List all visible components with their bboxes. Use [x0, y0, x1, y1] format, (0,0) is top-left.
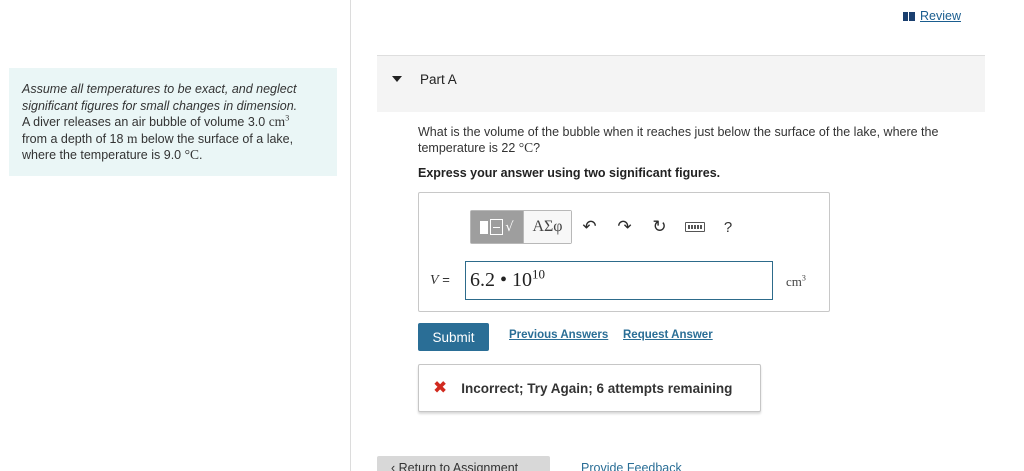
review-link[interactable]: Review	[903, 9, 961, 23]
sqrt-icon: √	[505, 219, 514, 235]
column-divider	[350, 0, 351, 471]
problem-note: Assume all temperatures to be exact, and…	[22, 82, 298, 113]
redo-icon[interactable]: ↷	[607, 210, 642, 244]
feedback-message: ✖ Incorrect; Try Again; 6 attempts remai…	[418, 364, 761, 412]
symbols-button[interactable]: ΑΣφ	[523, 211, 571, 243]
answer-box: √ ΑΣφ ↶ ↷ ↻ ? V = 6.2 • 1010 cm3	[418, 192, 830, 312]
problem-statement: Assume all temperatures to be exact, and…	[9, 68, 337, 176]
book-icon	[903, 11, 915, 21]
question-text: What is the volume of the bubble when it…	[418, 125, 939, 155]
templates-button[interactable]: √	[471, 211, 523, 243]
previous-answers-link[interactable]: Previous Answers	[509, 329, 608, 341]
answer-unit: cm3	[786, 273, 806, 289]
part-a-header[interactable]: Part A	[377, 56, 985, 112]
fraction-icon	[490, 219, 504, 235]
provide-feedback-link[interactable]: Provide Feedback	[581, 461, 682, 471]
chevron-left-icon: ‹	[391, 461, 399, 471]
toolbar-button-group: √ ΑΣφ	[470, 210, 572, 244]
answer-instructions: Express your answer using two significan…	[418, 166, 721, 180]
keyboard-icon[interactable]	[685, 222, 705, 232]
problem-line-2: from a depth of 18 m below the surface o…	[22, 130, 294, 146]
answer-input[interactable]: 6.2 • 1010	[465, 261, 773, 300]
math-toolbar: √ ΑΣφ ↶ ↷ ↻ ?	[470, 210, 743, 244]
request-answer-link[interactable]: Request Answer	[623, 329, 713, 341]
answer-variable-label: V =	[430, 272, 450, 288]
problem-line-1: A diver releases an air bubble of volume…	[22, 113, 290, 129]
problem-line-3: where the temperature is 9.0 °C.	[22, 147, 203, 162]
x-icon: ✖	[433, 378, 448, 398]
part-title: Part A	[420, 72, 457, 87]
submit-button[interactable]: Submit	[418, 323, 489, 351]
feedback-text: Incorrect; Try Again; 6 attempts remaini…	[461, 380, 733, 396]
help-button[interactable]: ?	[713, 219, 743, 236]
undo-icon[interactable]: ↶	[572, 210, 607, 244]
caret-down-icon	[392, 76, 402, 82]
return-to-assignment-button[interactable]: ‹ Return to Assignment	[377, 456, 550, 471]
reset-icon[interactable]: ↻	[642, 210, 677, 244]
template-block-icon	[480, 220, 489, 234]
review-label: Review	[920, 9, 961, 23]
